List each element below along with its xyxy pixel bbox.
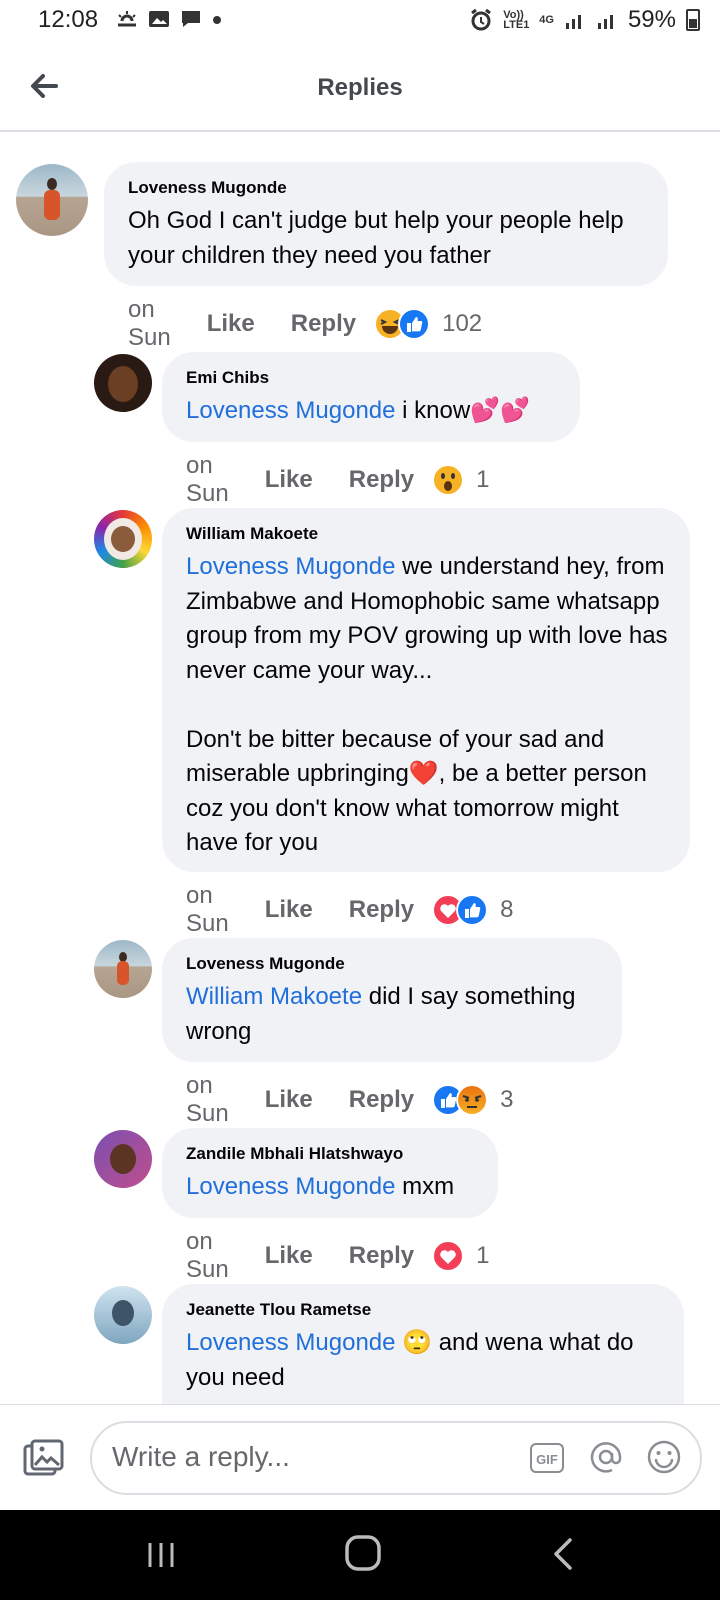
love-reaction-icon [432, 1240, 465, 1272]
reaction-summary[interactable]: 102 [374, 308, 482, 340]
comment-bubble[interactable]: Jeanette Tlou Rametse Loveness Mugonde 🙄… [162, 1284, 684, 1404]
comment-bubble[interactable]: Emi Chibs Loveness Mugonde i know💕💕 [162, 352, 580, 442]
avatar[interactable] [94, 940, 152, 998]
photo-icon[interactable] [22, 1439, 66, 1479]
comment-text: Loveness Mugonde 🙄 and wena what do you … [186, 1326, 662, 1395]
comment-timestamp[interactable]: on Sun [186, 1228, 229, 1284]
mention-link[interactable]: Loveness Mugonde [186, 1173, 395, 1200]
reaction-count: 1 [476, 466, 490, 493]
comment-timestamp[interactable]: on Sun [186, 452, 229, 508]
avatar[interactable] [94, 1130, 152, 1188]
reply-button[interactable]: Reply [291, 310, 356, 338]
reaction-count: 1 [476, 1242, 490, 1269]
system-nav-bar [0, 1510, 720, 1600]
reply-button[interactable]: Reply [349, 466, 414, 494]
comment-timestamp[interactable]: on Sun [186, 1072, 229, 1128]
alarm-icon [471, 8, 492, 31]
reply-button[interactable]: Reply [349, 1242, 414, 1270]
reaction-count: 3 [500, 1086, 514, 1113]
reply-placeholder: Write a reply... [112, 1441, 290, 1472]
comment-author[interactable]: Zandile Mbhali Hlatshwayo [186, 1144, 476, 1164]
comment-body: we understand hey, from Zimbabwe and Hom… [186, 553, 668, 856]
nav-back-icon[interactable] [550, 1536, 578, 1572]
comment-author[interactable]: Loveness Mugonde [186, 954, 600, 974]
avatar[interactable] [94, 510, 152, 568]
comment-text: William Makoete did I say something wron… [186, 980, 600, 1049]
like-button[interactable]: Like [265, 1086, 313, 1114]
comment-text: Loveness Mugonde we understand hey, from… [186, 550, 668, 861]
reply-input[interactable]: Write a reply... GIF [90, 1421, 702, 1495]
angry-reaction-icon [456, 1084, 489, 1116]
emoji-icon[interactable] [646, 1439, 682, 1475]
like-button[interactable]: Like [265, 466, 313, 494]
reply-button[interactable]: Reply [349, 896, 414, 924]
comment-text: Loveness Mugonde i know💕💕 [186, 394, 558, 429]
reaction-count: 102 [442, 310, 483, 337]
comment-actions: on Sun Like Reply 3 [186, 1072, 513, 1128]
avatar[interactable] [94, 354, 152, 412]
comment-bubble[interactable]: William Makoete Loveness Mugonde we unde… [162, 508, 690, 872]
page-title: Replies [317, 74, 403, 101]
status-bar: 12:08 Vo)) LTE1 4G 59% [0, 0, 720, 44]
comment-bubble[interactable]: Zandile Mbhali Hlatshwayo Loveness Mugon… [162, 1128, 498, 1218]
comment-body: mxm [395, 1173, 455, 1200]
notification-icons [116, 9, 222, 29]
comment-timestamp[interactable]: on Sun [186, 882, 229, 938]
top-app-bar: Replies [0, 44, 720, 132]
reply-button[interactable]: Reply [349, 1086, 414, 1114]
reply-composer: Write a reply... GIF [0, 1404, 720, 1511]
gif-icon[interactable]: GIF [530, 1443, 564, 1473]
reaction-count: 8 [500, 896, 514, 923]
mention-icon[interactable] [588, 1439, 624, 1475]
reaction-summary[interactable]: 1 [432, 464, 489, 496]
message-icon [182, 11, 200, 27]
recent-apps-icon[interactable] [146, 1540, 176, 1570]
comment-bubble[interactable]: Loveness Mugonde William Makoete did I s… [162, 938, 622, 1062]
like-button[interactable]: Like [265, 896, 313, 924]
status-time: 12:08 [38, 6, 99, 33]
comment-bubble[interactable]: Loveness Mugonde Oh God I can't judge bu… [104, 162, 668, 286]
like-button[interactable]: Like [207, 310, 255, 338]
comment-author[interactable]: Jeanette Tlou Rametse [186, 1300, 662, 1320]
reaction-summary[interactable]: 1 [432, 1240, 489, 1272]
system-status: Vo)) LTE1 4G 59% [469, 6, 700, 34]
comment-actions: on Sun Like Reply 1 [186, 1228, 489, 1284]
battery-icon [686, 9, 700, 31]
comment-timestamp[interactable]: on Sun [128, 296, 171, 352]
like-reaction-icon [456, 894, 489, 926]
avatar[interactable] [16, 164, 88, 236]
home-icon[interactable] [344, 1534, 382, 1572]
mention-link[interactable]: William Makoete [186, 983, 362, 1010]
comment-author[interactable]: Emi Chibs [186, 368, 558, 388]
weather-icon [118, 11, 136, 27]
mention-link[interactable]: Loveness Mugonde [186, 553, 395, 580]
comment-author[interactable]: William Makoete [186, 524, 668, 544]
comment-text: Loveness Mugonde mxm [186, 1170, 476, 1205]
volte-indicator: Vo)) LTE1 [503, 9, 530, 31]
network-type: 4G [539, 14, 554, 26]
gallery-icon [149, 11, 169, 27]
comment-body: i know💕💕 [395, 397, 530, 424]
like-button[interactable]: Like [265, 1242, 313, 1270]
avatar[interactable] [94, 1286, 152, 1344]
comment-actions: on Sun Like Reply 102 [128, 296, 482, 352]
mention-link[interactable]: Loveness Mugonde [186, 1329, 395, 1356]
comment-text: Oh God I can't judge but help your peopl… [128, 207, 631, 269]
reaction-summary[interactable]: 8 [432, 894, 513, 926]
battery-level: 59% [627, 6, 676, 33]
comment-actions: on Sun Like Reply 8 [186, 882, 513, 938]
reaction-summary[interactable]: 3 [432, 1084, 513, 1116]
wow-reaction-icon [432, 464, 465, 496]
signal-icon-2 [597, 15, 613, 29]
comment-author[interactable]: Loveness Mugonde [128, 178, 646, 198]
comment-actions: on Sun Like Reply 1 [186, 452, 489, 508]
signal-icon [565, 15, 581, 29]
mention-link[interactable]: Loveness Mugonde [186, 397, 395, 424]
like-reaction-icon [398, 308, 431, 340]
dot-icon [213, 16, 221, 24]
replies-thread: Loveness Mugonde Oh God I can't judge bu… [0, 132, 720, 1404]
